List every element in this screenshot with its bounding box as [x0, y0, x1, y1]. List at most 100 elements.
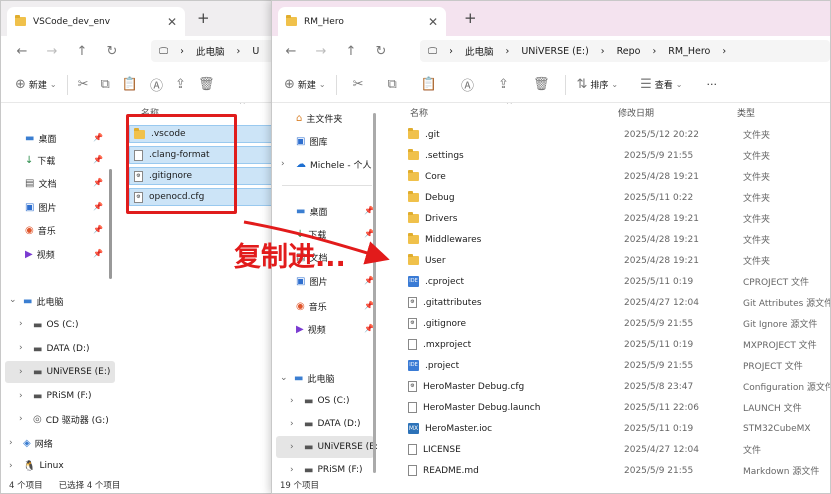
- up-icon[interactable]: ↑: [67, 44, 97, 59]
- table-row[interactable]: ⚙ .gitattributes 2025/4/27 12:04 Git Attrib…: [378, 292, 830, 313]
- table-row[interactable]: Middlewares 2025/4/28 19:21 文件夹: [378, 229, 830, 250]
- nav-gallery[interactable]: ▣ 图库: [296, 130, 327, 152]
- nav-downloads[interactable]: ↓ 下载: [25, 149, 55, 171]
- cut-button[interactable]: ✂: [347, 72, 370, 98]
- chevron-right-icon[interactable]: ›: [19, 414, 23, 424]
- back-icon[interactable]: ←: [7, 44, 37, 59]
- delete-button[interactable]: 🗑: [192, 72, 221, 98]
- chevron-right-icon[interactable]: ›: [9, 438, 13, 448]
- sort-button[interactable]: ⇅ 排序 ⌄: [570, 72, 624, 98]
- breadcrumb-drive[interactable]: UNiVERSE (E:): [521, 46, 588, 57]
- chevron-down-icon[interactable]: ⌄: [9, 295, 17, 305]
- chevron-right-icon[interactable]: ›: [281, 159, 285, 169]
- nav-videos[interactable]: ▶ 视频: [25, 243, 55, 265]
- table-row[interactable]: LICENSE 2025/4/27 12:04 文件: [378, 439, 830, 460]
- nav-drive-g[interactable]: ◎ CD 驱动器 (G:): [33, 408, 109, 430]
- paste-button[interactable]: 📋: [415, 72, 443, 98]
- nav-music[interactable]: ◉ 音乐: [296, 295, 327, 317]
- nav-documents[interactable]: ▤ 文档: [25, 172, 56, 194]
- nav-this-pc[interactable]: ▬ 此电脑: [294, 367, 334, 389]
- refresh-icon[interactable]: ↻: [366, 44, 396, 59]
- table-row[interactable]: README.md 2025/5/9 21:55 Markdown 源文件: [378, 460, 830, 477]
- chevron-right-icon[interactable]: ›: [19, 391, 23, 401]
- chevron-right-icon[interactable]: ›: [290, 442, 294, 452]
- chevron-right-icon[interactable]: ›: [290, 465, 294, 475]
- new-tab-icon[interactable]: +: [197, 9, 210, 27]
- table-row[interactable]: .settings 2025/5/9 21:55 文件夹: [378, 145, 830, 166]
- nav-drive-c[interactable]: ▬ OS (C:): [304, 390, 349, 412]
- nav-onedrive[interactable]: ☁ Michele - 个人: [296, 153, 371, 175]
- right-address-bar[interactable]: 🖵 › 此电脑 › UNiVERSE (E:) › Repo › RM_Hero…: [420, 40, 830, 62]
- breadcrumb-repo[interactable]: Repo: [617, 46, 641, 57]
- forward-icon[interactable]: →: [37, 44, 67, 59]
- chevron-right-icon[interactable]: ›: [19, 343, 23, 353]
- table-row[interactable]: HeroMaster Debug.launch 2025/5/11 22:06 LA…: [378, 397, 830, 418]
- nav-drive-f[interactable]: ▬ PRiSM (F:): [304, 459, 363, 477]
- paste-button[interactable]: 📋: [116, 72, 144, 98]
- back-icon[interactable]: ←: [276, 44, 306, 59]
- nav-drive-d[interactable]: ▬ DATA (D:): [33, 338, 89, 360]
- view-button[interactable]: ☰ 查看 ⌄: [634, 72, 688, 98]
- chevron-down-icon[interactable]: ⌄: [280, 373, 288, 383]
- table-row[interactable]: .git 2025/5/12 20:22 文件夹: [378, 124, 830, 145]
- chevron-right-icon[interactable]: ›: [19, 367, 23, 377]
- table-row[interactable]: Core 2025/4/28 19:21 文件夹: [378, 166, 830, 187]
- nav-drive-c[interactable]: ▬ OS (C:): [33, 314, 78, 336]
- column-header-type[interactable]: 类型: [737, 103, 755, 121]
- nav-music[interactable]: ◉ 音乐: [25, 219, 56, 241]
- left-tab[interactable]: VSCode_dev_env ✕: [7, 7, 185, 36]
- nav-network[interactable]: ◈ 网络: [23, 432, 53, 454]
- nav-videos[interactable]: ▶ 视频: [296, 318, 326, 340]
- table-row[interactable]: ⚙ HeroMaster Debug.cfg 2025/5/8 23:47 Confi…: [378, 376, 830, 397]
- list-item[interactable]: .vscode: [129, 125, 271, 143]
- nav-desktop[interactable]: ▬ 桌面: [25, 127, 56, 149]
- table-row[interactable]: IDE .cproject 2025/5/11 0:19 CPROJECT 文件: [378, 271, 830, 292]
- breadcrumb-this-pc[interactable]: 此电脑: [465, 44, 494, 58]
- column-header-name[interactable]: 名称: [141, 103, 159, 121]
- rename-button[interactable]: Ⓐ: [455, 72, 480, 98]
- column-header-name[interactable]: 名称: [410, 103, 428, 121]
- left-address-bar[interactable]: 🖵 › 此电脑 › U: [151, 40, 271, 62]
- table-row[interactable]: .mxproject 2025/5/11 0:19 MXPROJECT 文件: [378, 334, 830, 355]
- nav-drive-e[interactable]: ▬ UNiVERSE (E:): [33, 361, 110, 383]
- share-button[interactable]: ⇪: [492, 72, 515, 98]
- rename-button[interactable]: Ⓐ: [144, 72, 169, 98]
- copy-button[interactable]: ⧉: [382, 72, 403, 98]
- nav-scrollbar[interactable]: [373, 113, 376, 473]
- breadcrumb-drive[interactable]: U: [252, 46, 259, 57]
- close-tab-icon[interactable]: ✕: [167, 15, 177, 29]
- pin-icon[interactable]: 📌: [93, 133, 103, 142]
- breadcrumb-this-pc[interactable]: 此电脑: [196, 44, 225, 58]
- delete-button[interactable]: 🗑: [527, 72, 556, 98]
- cut-button[interactable]: ✂: [72, 72, 95, 98]
- pin-icon[interactable]: 📌: [93, 202, 103, 211]
- forward-icon[interactable]: →: [306, 44, 336, 59]
- new-tab-icon[interactable]: +: [464, 9, 477, 27]
- nav-pictures[interactable]: ▣ 图片: [25, 196, 56, 218]
- chevron-right-icon[interactable]: ›: [19, 319, 23, 329]
- nav-desktop[interactable]: ▬ 桌面: [296, 200, 327, 222]
- more-button[interactable]: ···: [700, 72, 723, 98]
- nav-drive-f[interactable]: ▬ PRiSM (F:): [33, 385, 92, 407]
- share-button[interactable]: ⇪: [169, 72, 192, 98]
- table-row[interactable]: IDE .project 2025/5/9 21:55 PROJECT 文件: [378, 355, 830, 376]
- nav-this-pc[interactable]: ▬ 此电脑: [23, 290, 63, 312]
- table-row[interactable]: MX HeroMaster.ioc 2025/5/11 0:19 STM32CubeM…: [378, 418, 830, 439]
- table-row[interactable]: Drivers 2025/4/28 19:21 文件夹: [378, 208, 830, 229]
- pin-icon[interactable]: 📌: [93, 225, 103, 234]
- nav-scrollbar[interactable]: [109, 169, 112, 279]
- table-row[interactable]: User 2025/4/28 19:21 文件夹: [378, 250, 830, 271]
- nav-home[interactable]: ⌂ 主文件夹: [296, 107, 342, 129]
- list-item[interactable]: ⚙ .gitignore: [129, 167, 271, 185]
- chevron-right-icon[interactable]: ›: [9, 461, 13, 471]
- table-row[interactable]: Debug 2025/5/11 0:22 文件夹: [378, 187, 830, 208]
- breadcrumb-current[interactable]: RM_Hero: [668, 46, 710, 57]
- pin-icon[interactable]: 📌: [93, 178, 103, 187]
- pin-icon[interactable]: 📌: [93, 155, 103, 164]
- table-row[interactable]: ⚙ .gitignore 2025/5/9 21:55 Git Ignore 源文件: [378, 313, 830, 334]
- pin-icon[interactable]: 📌: [93, 249, 103, 258]
- up-icon[interactable]: ↑: [336, 44, 366, 59]
- nav-drive-e[interactable]: ▬ UNiVERSE (E:): [304, 436, 377, 458]
- refresh-icon[interactable]: ↻: [97, 44, 127, 59]
- chevron-right-icon[interactable]: ›: [290, 419, 294, 429]
